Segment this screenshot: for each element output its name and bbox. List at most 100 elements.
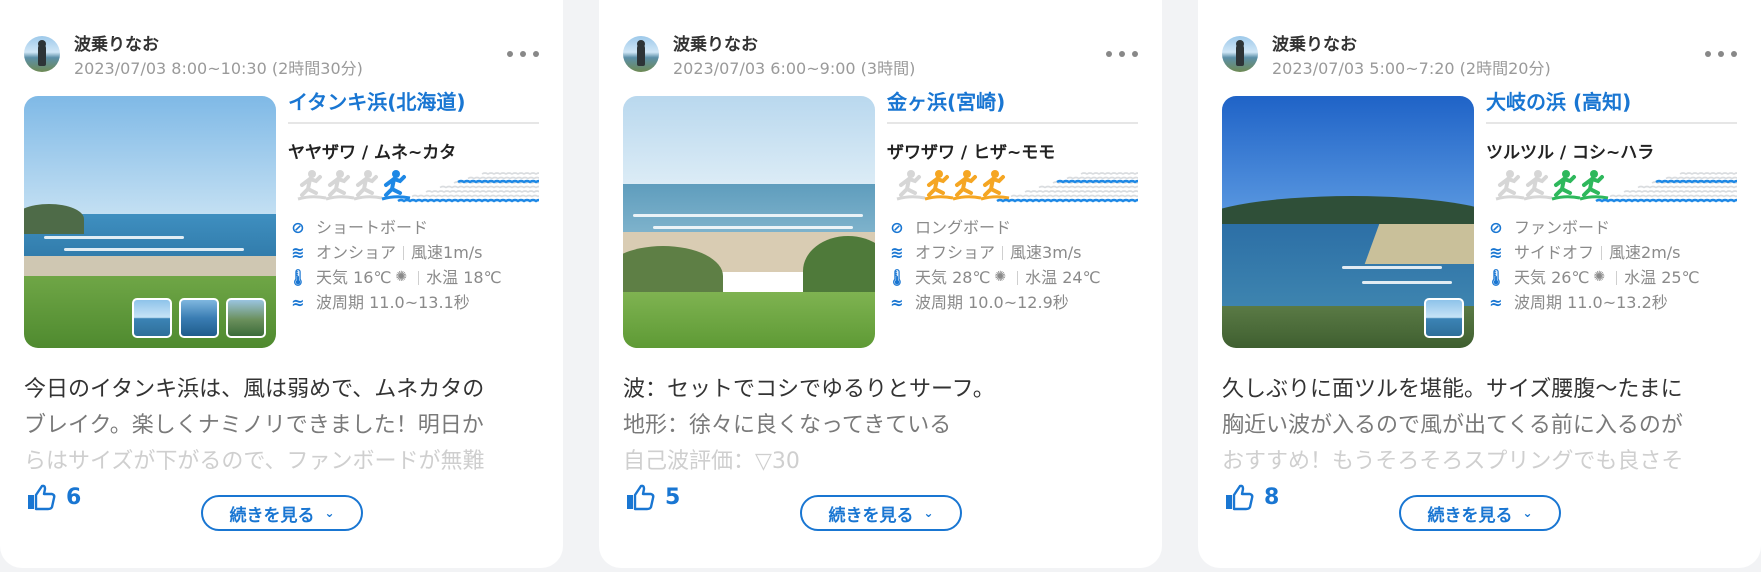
water-temp: 水温 25℃: [1624, 268, 1700, 287]
board-type: ファンボード: [1514, 218, 1611, 237]
surfer-rating-icon: [1495, 170, 1737, 203]
post-text-line: 自己波評価：▽30: [623, 449, 800, 474]
board-type: ロングボード: [915, 218, 1012, 237]
photo-thumbnail[interactable]: [226, 298, 266, 338]
post-text: 久しぶりに面ツルを堪能。サイズ腰腹〜たまに 胸近い波が入るので風が出てくる前に入…: [1222, 372, 1737, 474]
like-button[interactable]: 8: [1224, 480, 1279, 514]
surfer-rating-icon: [297, 170, 539, 203]
post-text: 波：セットでコシでゆるりとサーフ。 地形：徐々に良くなってきている 自己波評価：…: [623, 372, 1138, 474]
wind-direction: オフショア: [915, 243, 996, 262]
post-header: 波乗りなお 2023/07/03 8:00~10:30 (2時間30分): [24, 28, 539, 78]
more-dots-icon[interactable]: [1106, 44, 1138, 64]
water-temp: 水温 18℃: [426, 268, 502, 287]
wind-speed: 風速2m/s: [1609, 243, 1681, 262]
post-text-line: 地形：徐々に良くなってきている: [623, 413, 952, 438]
beach-name[interactable]: イタンキ浜(北海道): [288, 88, 539, 124]
avatar[interactable]: [623, 36, 659, 72]
condition-list: ⊘ ロングボード ≋ オフショア 風速3m/s 🌡 天気 28℃ ✺ 水温 24…: [887, 215, 1138, 315]
wave-icon: ≈: [890, 293, 904, 312]
board-row: ⊘ ショートボード: [288, 215, 539, 240]
water-temp: 水温 24℃: [1025, 268, 1101, 287]
wave-line: [1024, 190, 1138, 193]
wave-line: [467, 176, 539, 180]
read-more-button[interactable]: 続きを見る ⌄: [201, 495, 363, 531]
surfer-icon: [924, 170, 954, 201]
photo-thumbnails: [132, 298, 266, 338]
post-header: 波乗りなお 2023/07/03 5:00~7:20 (2時間20分): [1222, 28, 1737, 78]
more-dots-icon[interactable]: [507, 44, 539, 64]
post-text-line: 波：セットでコシでゆるりとサーフ。: [623, 377, 995, 402]
post-text-line: 胸近い波が入るので風が出てくる前に入るのが: [1222, 413, 1683, 438]
session-time: 2023/07/03 6:00~9:00 (3時間): [673, 59, 916, 78]
beach-photo[interactable]: [1222, 96, 1474, 348]
wave-rating-graphic: [887, 165, 1138, 205]
board-row: ⊘ ファンボード: [1486, 215, 1737, 240]
surf-info: イタンキ浜(北海道) ヤヤザワ / ムネ~カタ ⊘ ショートボード ≋ オンショ…: [288, 88, 539, 348]
post-feed: 波乗りなお 2023/07/03 8:00~10:30 (2時間30分) イタン…: [0, 0, 1761, 572]
post-text-line: ブレイク。楽しくナミノリできました！明日か: [24, 413, 484, 438]
like-button[interactable]: 5: [625, 480, 680, 514]
more-dots-icon[interactable]: [1705, 44, 1737, 64]
wave-line: [996, 198, 1138, 203]
wave-crest-line: [457, 179, 539, 184]
sun-icon: ✺: [1593, 269, 1606, 285]
read-more-label: 続きを見る: [1427, 505, 1513, 526]
like-count: 5: [665, 484, 681, 510]
user-name[interactable]: 波乗りなお: [673, 30, 758, 55]
surfer-icon: [381, 170, 411, 201]
beach-name[interactable]: 大岐の浜 (高知): [1486, 88, 1737, 124]
wave-line: [1637, 185, 1737, 189]
wind-direction: サイドオフ: [1514, 243, 1595, 262]
wind-row: ≋ オフショア 風速3m/s: [887, 240, 1138, 265]
read-more-label: 続きを見る: [828, 505, 914, 526]
user-name[interactable]: 波乗りなお: [74, 30, 159, 55]
thermometer-icon: 🌡: [1485, 268, 1507, 287]
surfer-icon: [1551, 170, 1581, 201]
wind-direction: オンショア: [316, 243, 397, 262]
photo-thumbnail[interactable]: [132, 298, 172, 338]
beach-photo[interactable]: [623, 96, 875, 348]
beach-name[interactable]: 金ヶ浜(宮崎): [887, 88, 1138, 124]
wave-rating-graphic: [1486, 165, 1737, 205]
read-more-button[interactable]: 続きを見る ⌄: [800, 495, 962, 531]
weather-temp: 天気 16℃: [316, 268, 392, 287]
wave-line: [411, 194, 539, 198]
post-card: 波乗りなお 2023/07/03 5:00~7:20 (2時間20分) 大岐の浜…: [1198, 0, 1761, 568]
wave-line: [1010, 194, 1138, 198]
wind-icon: ≋: [890, 243, 904, 262]
like-button[interactable]: 6: [26, 480, 81, 514]
weather-row: 🌡 天気 28℃ ✺ 水温 24℃: [887, 265, 1138, 290]
user-name[interactable]: 波乗りなお: [1272, 30, 1357, 55]
post-text: 今日のイタンキ浜は、風は弱めで、ムネカタの ブレイク。楽しくナミノリできました！…: [24, 372, 539, 474]
wave-period-row: ≈ 波周期 10.0~12.9秒: [887, 290, 1138, 315]
wave-line: [481, 172, 539, 175]
surfer-icon: [1495, 170, 1525, 201]
wave-line: [1623, 190, 1737, 193]
wave-line: [1665, 176, 1737, 180]
post-card: 波乗りなお 2023/07/03 6:00~9:00 (3時間) 金ヶ浜(宮崎)…: [599, 0, 1162, 568]
surfboard-icon: ⊘: [291, 218, 305, 237]
chevron-down-icon: ⌄: [324, 506, 335, 520]
wave-line: [425, 190, 539, 193]
board-row: ⊘ ロングボード: [887, 215, 1138, 240]
photo-thumbnail[interactable]: [179, 298, 219, 338]
post-text-line: 今日のイタンキ浜は、風は弱めで、ムネカタの: [24, 377, 485, 402]
wind-row: ≋ オンショア 風速1m/s: [288, 240, 539, 265]
post-header: 波乗りなお 2023/07/03 6:00~9:00 (3時間): [623, 28, 1138, 78]
condition-list: ⊘ ショートボード ≋ オンショア 風速1m/s 🌡 天気 16℃ ✺ 水温 1…: [288, 215, 539, 315]
wave-line: [1080, 172, 1138, 175]
read-more-label: 続きを見る: [229, 505, 315, 526]
beach-photo[interactable]: [24, 96, 276, 348]
read-more-button[interactable]: 続きを見る ⌄: [1399, 495, 1561, 531]
wave-period-row: ≈ 波周期 11.0~13.2秒: [1486, 290, 1737, 315]
like-count: 8: [1264, 484, 1280, 510]
avatar[interactable]: [1222, 36, 1258, 72]
photo-thumbnail[interactable]: [1424, 298, 1464, 338]
wave-line: [1609, 194, 1737, 198]
photo-thumbnails: [1424, 298, 1464, 338]
wind-row: ≋ サイドオフ 風速2m/s: [1486, 240, 1737, 265]
sun-icon: ✺: [395, 269, 408, 285]
wind-icon: ≋: [1489, 243, 1503, 262]
avatar[interactable]: [24, 36, 60, 72]
wave-period: 波周期 10.0~12.9秒: [915, 293, 1069, 312]
